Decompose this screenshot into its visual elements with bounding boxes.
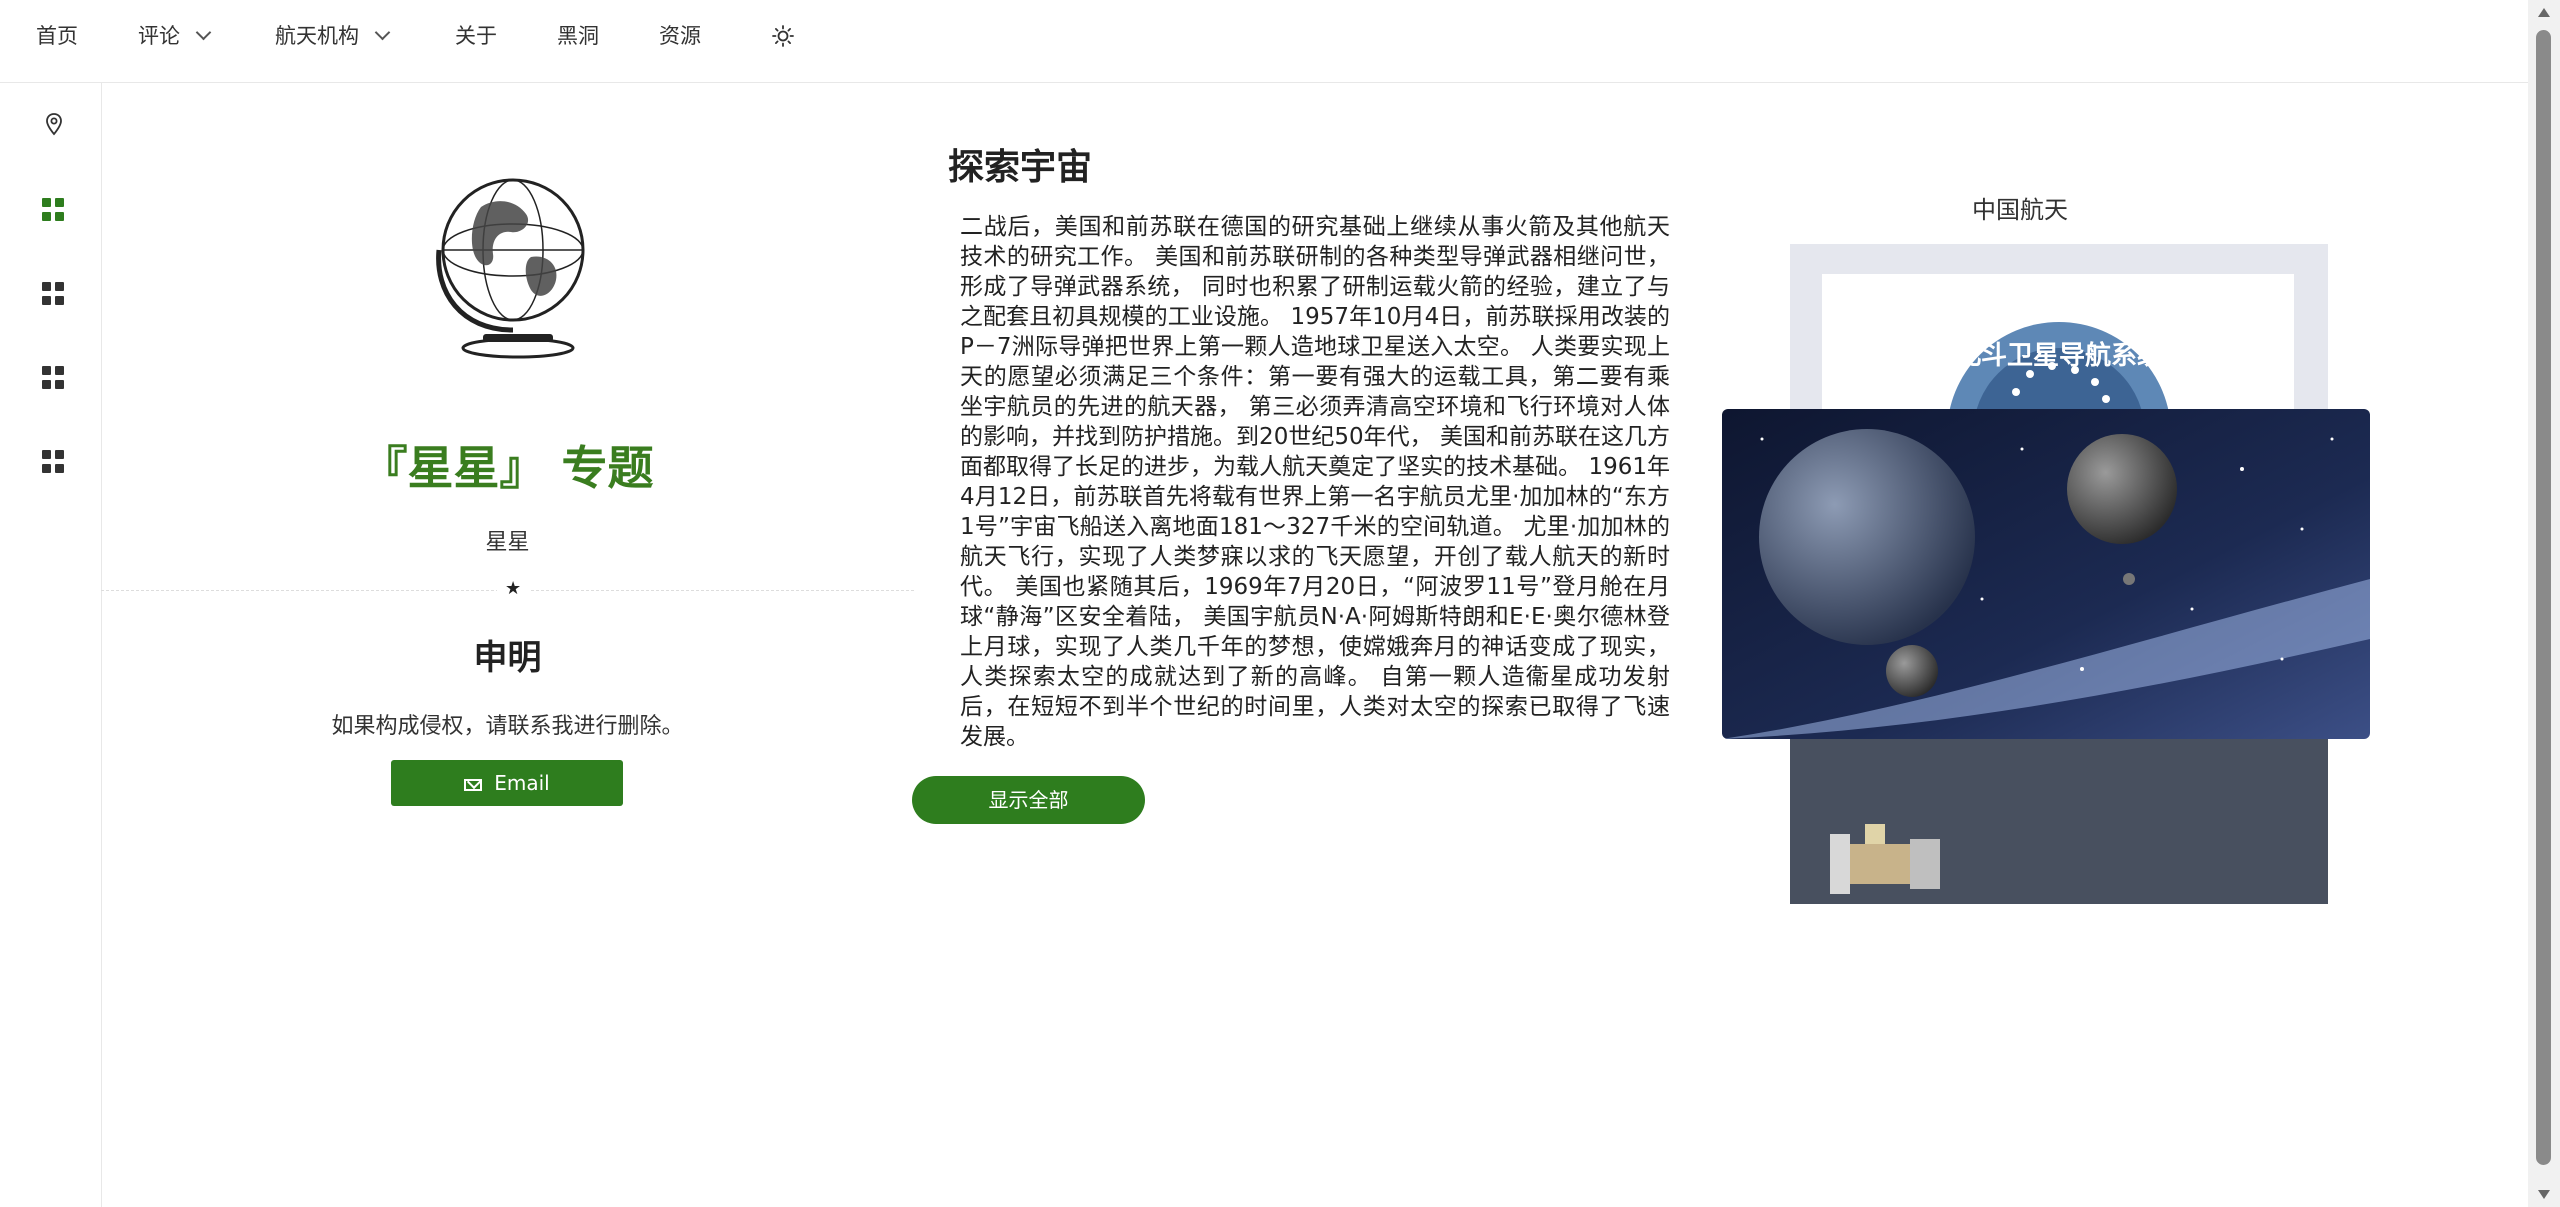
- nav-black-hole[interactable]: 黑洞: [557, 0, 599, 72]
- nav-comments[interactable]: 评论: [138, 0, 212, 72]
- article-title: 探索宇宙: [948, 147, 1093, 188]
- nav-comments-label: 评论: [138, 24, 180, 48]
- scroll-down-arrow-icon[interactable]: [2538, 1190, 2550, 1199]
- top-navbar: 首页 评论 航天机构 关于 黑洞 资源: [0, 0, 2528, 83]
- vertical-scrollbar[interactable]: [2528, 0, 2560, 1207]
- nav-home[interactable]: 首页: [36, 0, 78, 72]
- declaration-title: 申明: [473, 638, 542, 678]
- nav-space-agencies[interactable]: 航天机构: [275, 0, 391, 72]
- card-title: 中国航天: [1972, 196, 2068, 224]
- show-all-button[interactable]: 显示全部: [912, 776, 1145, 824]
- chevron-down-icon: [195, 24, 212, 41]
- article-body: 二战后，美国和前苏联在德国的研究基础上继续从事火箭及其他航天技术的研究工作。 美…: [960, 214, 1670, 750]
- mail-icon: [464, 779, 483, 791]
- topic-subtitle: 星星: [485, 530, 530, 555]
- sun-icon[interactable]: [772, 25, 794, 47]
- chevron-down-icon: [374, 24, 391, 41]
- star-icon: ★: [497, 578, 530, 599]
- globe-illustration: [436, 178, 585, 359]
- nav-resources[interactable]: 资源: [659, 0, 701, 72]
- grid-icon[interactable]: [42, 198, 66, 222]
- scroll-up-arrow-icon[interactable]: [2538, 8, 2550, 17]
- space-illustration: [1722, 409, 2370, 739]
- declaration-text: 如果构成侵权，请联系我进行删除。: [331, 714, 684, 739]
- grid-icon[interactable]: [42, 366, 66, 390]
- email-button-label: Email: [494, 771, 550, 795]
- logo-text: 北斗卫星导航系统: [1955, 340, 2163, 371]
- grid-icon[interactable]: [42, 450, 66, 474]
- nav-space-agencies-label: 航天机构: [275, 24, 359, 48]
- topic-title: 『星星』 专题: [361, 441, 654, 495]
- grid-icon[interactable]: [42, 282, 66, 306]
- email-button[interactable]: Email: [391, 760, 623, 806]
- nav-about[interactable]: 关于: [455, 0, 497, 72]
- space-planets-image[interactable]: [1722, 409, 2370, 739]
- scrollbar-thumb[interactable]: [2536, 30, 2551, 1165]
- location-pin-icon[interactable]: [42, 112, 66, 136]
- side-rail: [0, 82, 102, 1207]
